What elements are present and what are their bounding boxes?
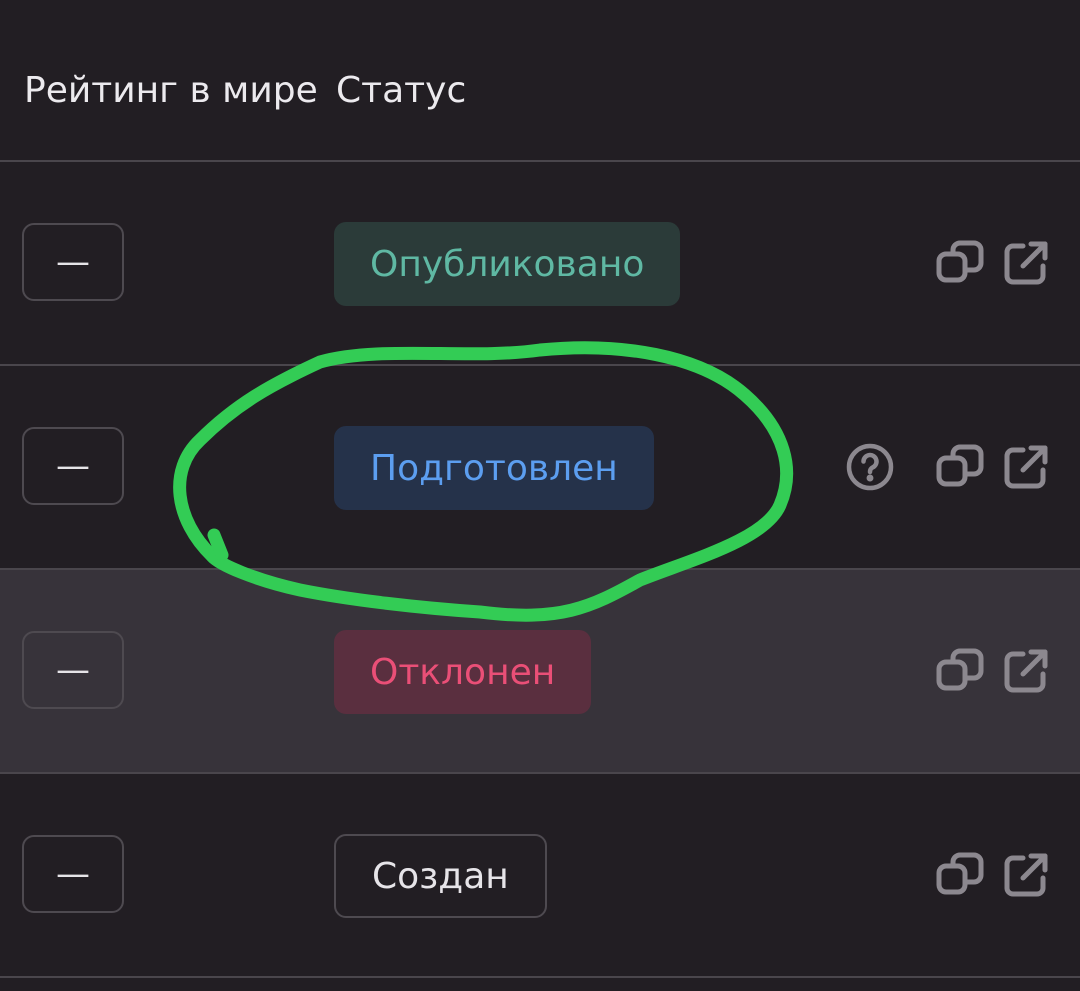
table-row[interactable]: — Создан — [0, 774, 1080, 978]
copy-icon[interactable] — [935, 238, 985, 288]
external-link-icon[interactable] — [1001, 850, 1051, 900]
status-table: Рейтинг в мире Статус — Опубликовано — П… — [0, 0, 1080, 991]
status-badge-published: Опубликовано — [334, 222, 681, 306]
rating-cell[interactable]: — — [22, 223, 124, 301]
status-badge-rejected: Отклонен — [334, 630, 592, 714]
status-badge-created: Создан — [334, 834, 547, 918]
table-row[interactable]: — Подготовлен — [0, 366, 1080, 570]
external-link-icon[interactable] — [1001, 442, 1051, 492]
copy-icon[interactable] — [935, 850, 985, 900]
external-link-icon[interactable] — [1001, 238, 1051, 288]
rating-cell[interactable]: — — [22, 427, 124, 505]
column-header-status[interactable]: Статус — [336, 68, 466, 114]
table-header: Рейтинг в мире Статус — [0, 0, 1080, 162]
rating-cell[interactable]: — — [22, 835, 124, 913]
rating-cell[interactable]: — — [22, 631, 124, 709]
table-row[interactable]: — Опубликовано — [0, 162, 1080, 366]
question-circle-icon[interactable] — [845, 442, 895, 492]
external-link-icon[interactable] — [1001, 646, 1051, 696]
column-header-rating[interactable]: Рейтинг в мире — [24, 68, 318, 114]
copy-icon[interactable] — [935, 646, 985, 696]
table-row[interactable]: — Отклонен — [0, 570, 1080, 774]
status-badge-prepared: Подготовлен — [334, 426, 654, 510]
copy-icon[interactable] — [935, 442, 985, 492]
